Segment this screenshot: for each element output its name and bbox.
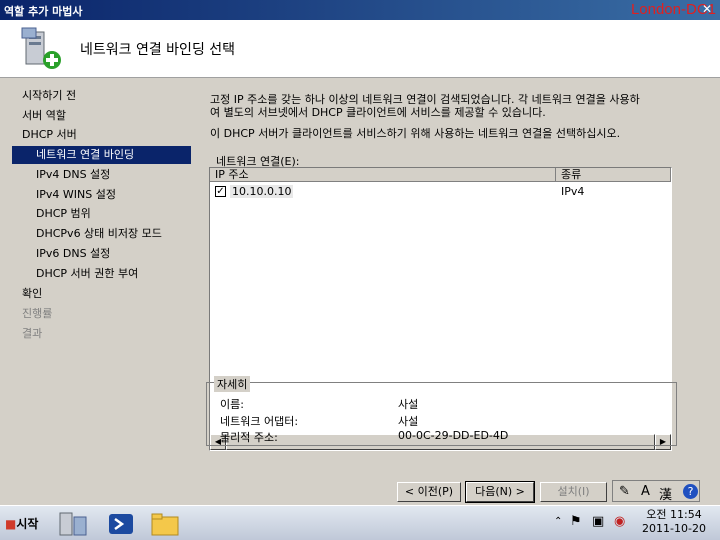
nav-item-server-roles[interactable]: 서버 역할 [22,107,66,125]
wizard-nav: 시작하기 전 서버 역할 DHCP 서버 네트워크 연결 바인딩 IPv4 DN… [0,79,192,485]
nav-item-dhcp-scope[interactable]: DHCP 범위 [36,205,91,223]
description-line-2: 여 별도의 서브넷에서 DHCP 클라이언트에 서비스를 제공할 수 있습니다. [210,106,546,119]
description-line-1: 고정 IP 주소를 갖는 하나 이상의 네트워크 연결이 검색되었습니다. 각 … [210,93,640,106]
nav-item-ipv6-dns[interactable]: IPv6 DNS 설정 [36,245,110,263]
right-scroll-strip [698,79,720,505]
column-header-type[interactable]: 종류 [556,168,671,182]
nav-item-dhcpv6-stateless[interactable]: DHCPv6 상태 비저장 모드 [36,225,162,243]
help-icon[interactable]: ? [683,484,698,499]
instruction-text: 이 DHCP 서버가 클라이언트를 서비스하기 위해 사용하는 네트워크 연결을… [210,127,621,140]
input-mode-indicator[interactable]: A [641,484,650,499]
prev-button[interactable]: < 이전(P) [397,482,461,502]
start-label: 시작 [16,517,39,531]
clock-time: 오전 11:54 [646,508,702,521]
detail-value-adapter: 사설 [398,415,419,428]
install-button: 설치(I) [540,482,607,502]
wizard-content: 고정 IP 주소를 갖는 하나 이상의 네트워크 연결이 검색되었습니다. 각 … [192,79,698,485]
hanja-indicator[interactable]: 漢 [659,484,672,503]
table-row[interactable]: ✓ 10.10.0.10 IPv4 [210,184,671,200]
column-header-ip[interactable]: IP 주소 [210,168,556,182]
detail-value-name: 사설 [398,398,419,411]
nav-item-dhcp-authorization[interactable]: DHCP 서버 권한 부여 [36,265,138,283]
nav-item-network-binding[interactable]: 네트워크 연결 바인딩 [12,146,191,164]
nav-item-confirmation[interactable]: 확인 [22,285,42,303]
server-manager-icon[interactable] [56,509,90,539]
ime-tool-icon[interactable]: ✎ [619,484,630,499]
close-icon[interactable]: ✕ [700,3,714,16]
nav-item-ipv4-wins[interactable]: IPv4 WINS 설정 [36,186,116,204]
powershell-icon[interactable] [104,509,138,539]
details-title: 자세히 [214,376,251,392]
next-button[interactable]: 다음(N) > [465,481,535,503]
description-text: 고정 IP 주소를 갖는 하나 이상의 네트워크 연결이 검색되었습니다. 각 … [210,93,680,119]
detail-label-name: 이름: [220,398,244,411]
server-role-add-icon [21,27,61,69]
row-ip-address: 10.10.0.10 [230,185,294,198]
nav-item-dhcp-server[interactable]: DHCP 서버 [22,126,77,144]
explorer-folder-icon[interactable] [148,509,182,539]
title-bar: 역할 추가 마법사 London-DC1 ✕ [0,0,720,20]
row-type: IPv4 [561,185,585,198]
page-heading: 네트워크 연결 바인딩 선택 [80,42,236,58]
show-hidden-icons-icon[interactable]: ⌃ [554,516,562,527]
language-bar[interactable]: ✎ A 漢 ? [612,480,700,503]
detail-label-adapter: 네트워크 어댑터: [220,415,299,428]
clock-date: 2011-10-20 [642,522,706,535]
window-title: 역할 추가 마법사 [4,5,83,18]
tray-clock[interactable]: 오전 11:54 2011-10-20 [632,505,716,540]
wizard-header: 네트워크 연결 바인딩 선택 [0,20,720,78]
nav-item-progress: 진행률 [22,307,53,320]
detail-label-mac: 물리적 주소: [220,431,278,444]
windows-logo-icon: ■ [5,517,17,531]
detail-value-mac: 00-0C-29-DD-ED-4D [398,429,509,442]
nav-item-results: 결과 [22,327,43,340]
nav-item-before-begin[interactable]: 시작하기 전 [22,87,76,105]
network-icon[interactable]: ▣ [592,514,604,529]
connection-checkbox[interactable]: ✓ [215,186,226,197]
nav-item-ipv4-dns[interactable]: IPv4 DNS 설정 [36,166,110,184]
taskbar: ■시작 ⌃ ⚑ ▣ ◉ [0,505,720,540]
start-button[interactable]: ■시작 [2,513,46,535]
flag-icon[interactable]: ⚑ [570,514,582,529]
volume-icon[interactable]: ◉ [614,514,625,529]
